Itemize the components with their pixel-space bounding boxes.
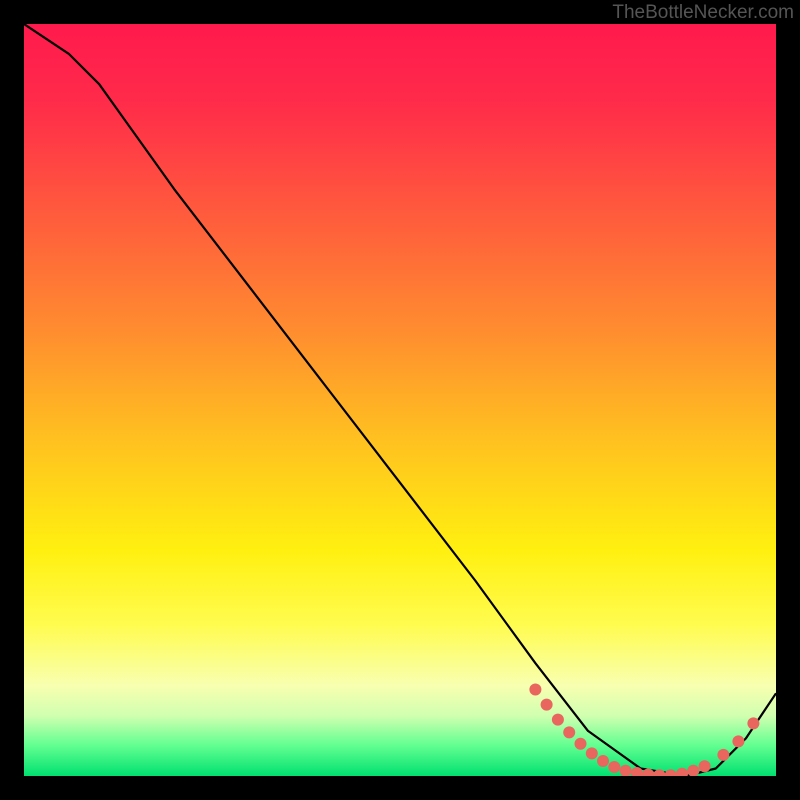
plot-area [24, 24, 776, 776]
chart-container: TheBottleNecker.com [0, 0, 800, 800]
highlight-dots [529, 684, 759, 777]
curve-layer [24, 24, 776, 776]
bottleneck-curve [24, 24, 776, 776]
watermark-text: TheBottleNecker.com [612, 2, 794, 24]
